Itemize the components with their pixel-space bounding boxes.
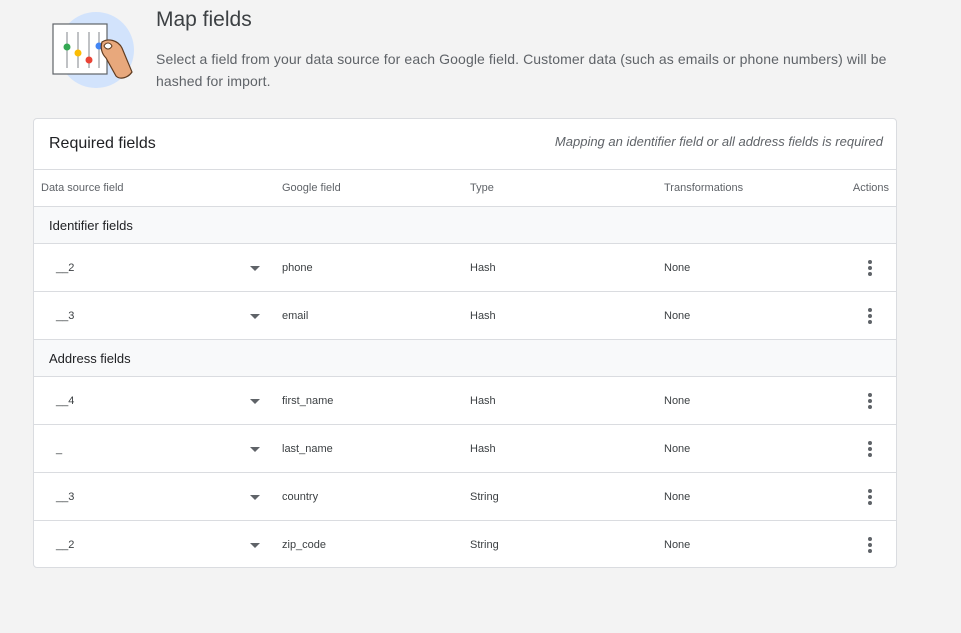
google-field: zip_code [282,539,327,551]
chevron-down-icon [250,399,260,404]
table-row: __3 country String None [34,473,896,521]
source-field-dropdown[interactable]: __2 [48,529,260,561]
col-header-actions: Actions [852,182,889,194]
field-transformation: None [664,310,691,322]
source-field-dropdown[interactable]: __3 [48,481,260,513]
chevron-down-icon [250,314,260,319]
chevron-down-icon [250,495,260,500]
more-vert-icon[interactable] [860,389,880,413]
required-note: Mapping an identifier field or all addre… [554,134,883,149]
source-field-dropdown[interactable]: _ [48,433,260,465]
section-label: Address fields [49,351,131,366]
field-mapping-illustration-icon [50,10,142,90]
more-vert-icon[interactable] [860,533,880,557]
google-field: phone [282,262,313,274]
field-type: Hash [470,262,496,274]
col-header-transformations: Transformations [664,182,744,194]
table-row: __2 phone Hash None [34,244,896,292]
chevron-down-icon [250,447,260,452]
field-transformation: None [664,539,691,551]
col-header-google: Google field [282,182,341,194]
more-vert-icon[interactable] [860,256,880,280]
source-field-value: __2 [56,539,75,551]
field-type: String [470,491,499,503]
required-fields-card: Required fields Mapping an identifier fi… [33,118,897,568]
field-transformation: None [664,395,691,407]
field-type: String [470,539,499,551]
more-vert-icon[interactable] [860,304,880,328]
field-transformation: None [664,262,691,274]
field-type: Hash [470,395,496,407]
card-title: Required fields [49,135,156,152]
page-description: Select a field from your data source for… [156,51,887,89]
table-row: __2 zip_code String None [34,521,896,567]
chevron-down-icon [250,266,260,271]
table-row: __3 email Hash None [34,292,896,340]
field-type: Hash [470,443,496,455]
google-field: country [282,491,319,503]
section-label: Identifier fields [49,218,133,233]
field-transformation: None [664,491,691,503]
table-row: __4 first_name Hash None [34,377,896,425]
field-type: Hash [470,310,496,322]
google-field: first_name [282,395,334,407]
card-header: Required fields Mapping an identifier fi… [34,119,896,170]
source-field-dropdown[interactable]: __3 [48,300,260,332]
more-vert-icon[interactable] [860,437,880,461]
table-row: _ last_name Hash None [34,425,896,473]
field-transformation: None [664,443,691,455]
source-field-value: __3 [56,310,75,322]
source-field-value: __4 [56,395,75,407]
source-field-value: _ [56,443,63,455]
col-header-source: Data source field [41,182,124,194]
table-header: Data source field Google field Type Tran… [34,170,896,207]
section-identifier-fields: Identifier fields [34,207,896,244]
source-field-value: __3 [56,491,75,503]
section-address-fields: Address fields [34,340,896,377]
more-vert-icon[interactable] [860,485,880,509]
chevron-down-icon [250,543,260,548]
col-header-type: Type [470,182,494,194]
google-field: last_name [282,443,333,455]
source-field-dropdown[interactable]: __4 [48,385,260,417]
page-title: Map fields [156,8,252,31]
source-field-dropdown[interactable]: __2 [48,252,260,284]
google-field: email [282,310,309,322]
source-field-value: __2 [56,262,75,274]
